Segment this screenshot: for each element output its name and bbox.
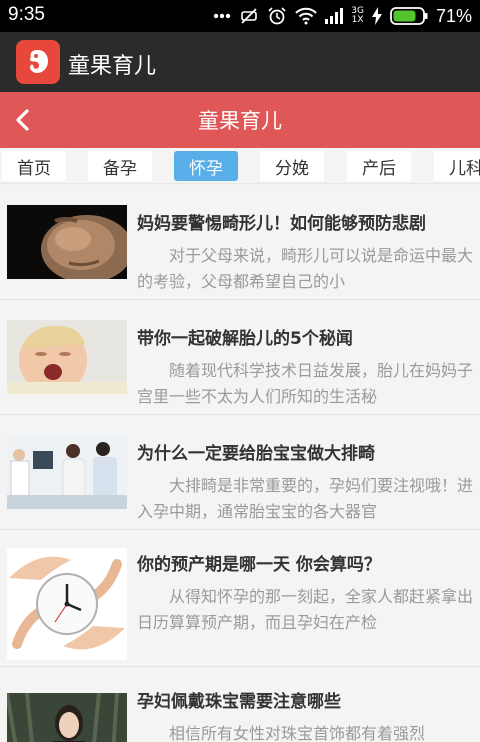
charging-icon	[371, 7, 382, 25]
crying-baby-image	[7, 320, 127, 394]
list-item[interactable]: 为什么一定要给胎宝宝做大排畸 大排畸是非常重要的，孕妈们要注视哦！进入孕中期，通…	[0, 415, 480, 530]
doctor-couple-image	[7, 435, 127, 509]
tab-preconception[interactable]: 备孕	[88, 151, 152, 181]
article-summary: 随着现代科学技术日益发展，胎儿在妈妈子宫里一些不太为人们所知的生活秘	[137, 361, 473, 406]
network-type: 3G 1X	[351, 6, 364, 25]
more-dots-icon	[213, 13, 231, 19]
app-bar: 童果育儿	[0, 32, 480, 92]
list-item[interactable]: 你的预产期是哪一天 你会算吗？ 从得知怀孕的那一刻起，全家人都赶紧拿出日历算算预…	[0, 530, 480, 667]
list-item[interactable]: 孕妇佩戴珠宝需要注意哪些 相信所有女性对珠宝首饰都有着强烈	[0, 667, 480, 742]
list-item[interactable]: 妈妈要警惕畸形儿！如何能够预防悲剧 对于父母来说，畸形儿可以说是命运中最大的考验…	[0, 185, 480, 300]
fetus-logo-icon	[16, 40, 60, 84]
tab-postpartum[interactable]: 产后	[347, 151, 411, 181]
tab-pediatrics[interactable]: 儿科	[434, 151, 480, 181]
signal-icon	[325, 8, 344, 24]
app-name: 童果育儿	[68, 54, 157, 79]
article-title: 为什么一定要给胎宝宝做大排畸	[137, 444, 375, 464]
article-summary: 相信所有女性对珠宝首饰都有着强烈	[169, 724, 426, 742]
page-title: 童果育儿	[198, 109, 282, 133]
hands-clock-image	[7, 548, 127, 660]
mute-icon	[239, 6, 259, 26]
tab-childbirth[interactable]: 分娩	[260, 151, 324, 181]
category-tabs: 首页 备孕 怀孕 分娩 产后 儿科	[0, 148, 480, 184]
article-summary: 从得知怀孕的那一刻起，全家人都赶紧拿出日历算算预产期，而且孕妇在产检	[137, 587, 473, 632]
article-summary: 大排畸是非常重要的，孕妈们要注视哦！进入孕中期，通常胎宝宝的各大器官	[137, 476, 473, 521]
woman-portrait-image	[7, 693, 127, 742]
battery-percent: 71%	[435, 5, 472, 26]
article-summary: 对于父母来说，畸形儿可以说是命运中最大的考验，父母都希望自己的小	[137, 246, 473, 291]
header-bar: 童果育儿	[0, 92, 480, 148]
tab-pregnancy[interactable]: 怀孕	[174, 151, 238, 181]
pregnant-belly-image	[7, 205, 127, 279]
article-title: 孕妇佩戴珠宝需要注意哪些	[137, 692, 341, 712]
alarm-icon	[267, 6, 287, 26]
article-title: 妈妈要警惕畸形儿！如何能够预防悲剧	[137, 214, 426, 234]
tab-home[interactable]: 首页	[2, 151, 66, 181]
status-time: 9:35	[8, 4, 45, 25]
article-title: 你的预产期是哪一天 你会算吗？	[137, 555, 381, 575]
list-item[interactable]: 带你一起破解胎儿的5个秘闻 随着现代科学技术日益发展，胎儿在妈妈子宫里一些不太为…	[0, 300, 480, 415]
wifi-icon	[295, 7, 317, 25]
battery-icon	[390, 7, 428, 25]
status-bar: 9:35 3G 1X 71%	[0, 0, 480, 32]
article-title: 带你一起破解胎儿的5个秘闻	[137, 329, 353, 349]
